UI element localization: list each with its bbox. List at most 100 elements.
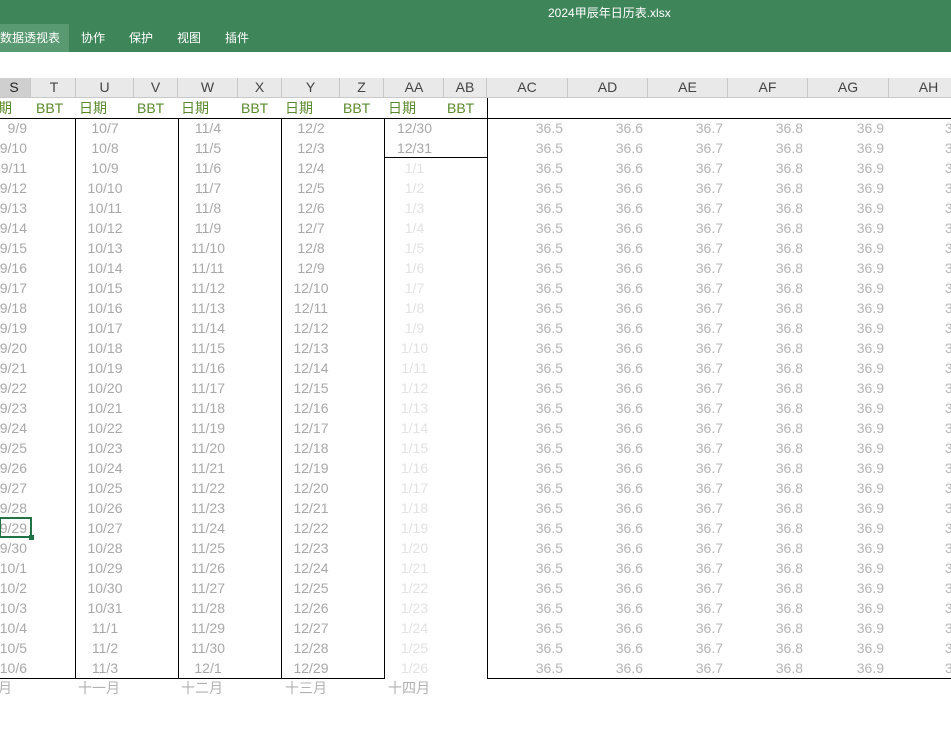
date-cell[interactable]: 12/22 xyxy=(282,518,340,538)
date-cell[interactable]: 10/21 xyxy=(76,398,134,418)
date-cell[interactable]: 11/20 xyxy=(178,438,238,458)
temp-cell[interactable]: 36.5 xyxy=(487,498,568,518)
temp-cell[interactable]: 3 xyxy=(945,118,951,138)
temp-cell[interactable]: 36.7 xyxy=(648,118,728,138)
date-cell[interactable]: 10/24 xyxy=(76,458,134,478)
temp-cell[interactable]: 36.7 xyxy=(648,498,728,518)
date-cell[interactable]: 12/27 xyxy=(282,618,340,638)
temp-cell[interactable]: 36.8 xyxy=(728,218,808,238)
temp-cell[interactable]: 36.9 xyxy=(808,158,889,178)
temp-cell[interactable]: 3 xyxy=(945,198,951,218)
date-cell[interactable]: 12/19 xyxy=(282,458,340,478)
temp-cell[interactable]: 36.8 xyxy=(728,558,808,578)
date-cell[interactable]: 12/9 xyxy=(282,258,340,278)
temp-cell[interactable]: 36.9 xyxy=(808,498,889,518)
temp-cell[interactable]: 36.7 xyxy=(648,378,728,398)
date-cell[interactable]: 9/20 xyxy=(0,338,31,358)
temp-cell[interactable]: 36.5 xyxy=(487,658,568,678)
date-cell[interactable]: 1/18 xyxy=(385,498,444,518)
temp-cell[interactable]: 36.7 xyxy=(648,278,728,298)
temp-cell[interactable]: 36.8 xyxy=(728,658,808,678)
temp-cell[interactable]: 36.6 xyxy=(568,418,648,438)
temp-cell[interactable]: 36.7 xyxy=(648,458,728,478)
temp-cell[interactable]: 36.5 xyxy=(487,618,568,638)
date-cell[interactable]: 9/9 xyxy=(0,118,31,138)
temp-cell[interactable]: 36.9 xyxy=(808,598,889,618)
temp-cell[interactable]: 36.7 xyxy=(648,178,728,198)
temp-cell[interactable]: 36.7 xyxy=(648,518,728,538)
column-header-ac[interactable]: AC xyxy=(487,78,568,97)
temp-cell[interactable]: 3 xyxy=(945,438,951,458)
date-cell[interactable]: 11/19 xyxy=(178,418,238,438)
date-cell[interactable]: 9/28 xyxy=(0,498,31,518)
temp-cell[interactable]: 3 xyxy=(945,658,951,678)
date-cell[interactable]: 10/8 xyxy=(76,138,134,158)
date-cell[interactable]: 1/24 xyxy=(385,618,444,638)
temp-cell[interactable]: 36.8 xyxy=(728,338,808,358)
date-cell[interactable]: 9/30 xyxy=(0,538,31,558)
date-cell[interactable]: 9/12 xyxy=(0,178,31,198)
date-cell[interactable]: 1/11 xyxy=(385,358,444,378)
date-cell[interactable]: 11/3 xyxy=(76,658,134,678)
temp-cell[interactable]: 36.9 xyxy=(808,278,889,298)
temp-cell[interactable]: 36.9 xyxy=(808,478,889,498)
date-cell[interactable]: 9/17 xyxy=(0,278,31,298)
date-cell[interactable]: 1/19 xyxy=(385,518,444,538)
temp-cell[interactable]: 36.5 xyxy=(487,138,568,158)
date-cell[interactable]: 11/1 xyxy=(76,618,134,638)
temp-cell[interactable]: 36.8 xyxy=(728,358,808,378)
date-cell[interactable]: 1/1 xyxy=(385,158,444,178)
temp-cell[interactable]: 36.8 xyxy=(728,638,808,658)
temp-cell[interactable]: 3 xyxy=(945,338,951,358)
date-cell[interactable]: 1/22 xyxy=(385,578,444,598)
date-cell[interactable]: 1/4 xyxy=(385,218,444,238)
temp-cell[interactable]: 36.8 xyxy=(728,198,808,218)
temp-cell[interactable]: 3 xyxy=(945,638,951,658)
temp-cell[interactable]: 36.9 xyxy=(808,398,889,418)
date-cell[interactable]: 10/2 xyxy=(0,578,31,598)
date-cell[interactable]: 12/3 xyxy=(282,138,340,158)
date-cell[interactable]: 11/17 xyxy=(178,378,238,398)
temp-cell[interactable]: 36.6 xyxy=(568,138,648,158)
date-cell[interactable]: 9/23 xyxy=(0,398,31,418)
column-header-y[interactable]: Y xyxy=(282,78,340,97)
temp-cell[interactable]: 36.9 xyxy=(808,418,889,438)
temp-cell[interactable]: 36.5 xyxy=(487,458,568,478)
date-cell[interactable]: 12/31 xyxy=(385,138,444,158)
temp-cell[interactable]: 36.5 xyxy=(487,598,568,618)
date-cell[interactable]: 1/15 xyxy=(385,438,444,458)
temp-cell[interactable]: 36.6 xyxy=(568,538,648,558)
temp-cell[interactable]: 36.5 xyxy=(487,198,568,218)
date-cell[interactable]: 12/7 xyxy=(282,218,340,238)
temp-cell[interactable]: 36.7 xyxy=(648,578,728,598)
date-cell[interactable]: 10/4 xyxy=(0,618,31,638)
date-cell[interactable]: 10/26 xyxy=(76,498,134,518)
temp-cell[interactable]: 36.7 xyxy=(648,438,728,458)
date-cell[interactable]: 10/9 xyxy=(76,158,134,178)
temp-cell[interactable]: 36.9 xyxy=(808,118,889,138)
date-cell[interactable]: 12/2 xyxy=(282,118,340,138)
column-header-t[interactable]: T xyxy=(33,78,76,97)
temp-cell[interactable]: 36.8 xyxy=(728,258,808,278)
date-cell[interactable]: 9/21 xyxy=(0,358,31,378)
date-cell[interactable]: 12/10 xyxy=(282,278,340,298)
temp-cell[interactable]: 36.6 xyxy=(568,218,648,238)
temp-cell[interactable]: 36.8 xyxy=(728,538,808,558)
column-header-ad[interactable]: AD xyxy=(568,78,648,97)
header-bbt-x[interactable]: BBT xyxy=(238,98,282,118)
date-cell[interactable]: 10/10 xyxy=(76,178,134,198)
date-cell[interactable]: 11/28 xyxy=(178,598,238,618)
temp-cell[interactable]: 36.8 xyxy=(728,398,808,418)
temp-cell[interactable]: 36.5 xyxy=(487,638,568,658)
temp-cell[interactable]: 36.8 xyxy=(728,478,808,498)
temp-cell[interactable]: 3 xyxy=(945,358,951,378)
temp-cell[interactable]: 36.5 xyxy=(487,518,568,538)
date-cell[interactable]: 10/7 xyxy=(76,118,134,138)
date-cell[interactable]: 10/5 xyxy=(0,638,31,658)
date-cell[interactable]: 10/20 xyxy=(76,378,134,398)
column-header-z[interactable]: Z xyxy=(340,78,384,97)
temp-cell[interactable]: 36.7 xyxy=(648,358,728,378)
temp-cell[interactable]: 36.9 xyxy=(808,618,889,638)
temp-cell[interactable]: 36.7 xyxy=(648,298,728,318)
temp-cell[interactable]: 36.6 xyxy=(568,118,648,138)
